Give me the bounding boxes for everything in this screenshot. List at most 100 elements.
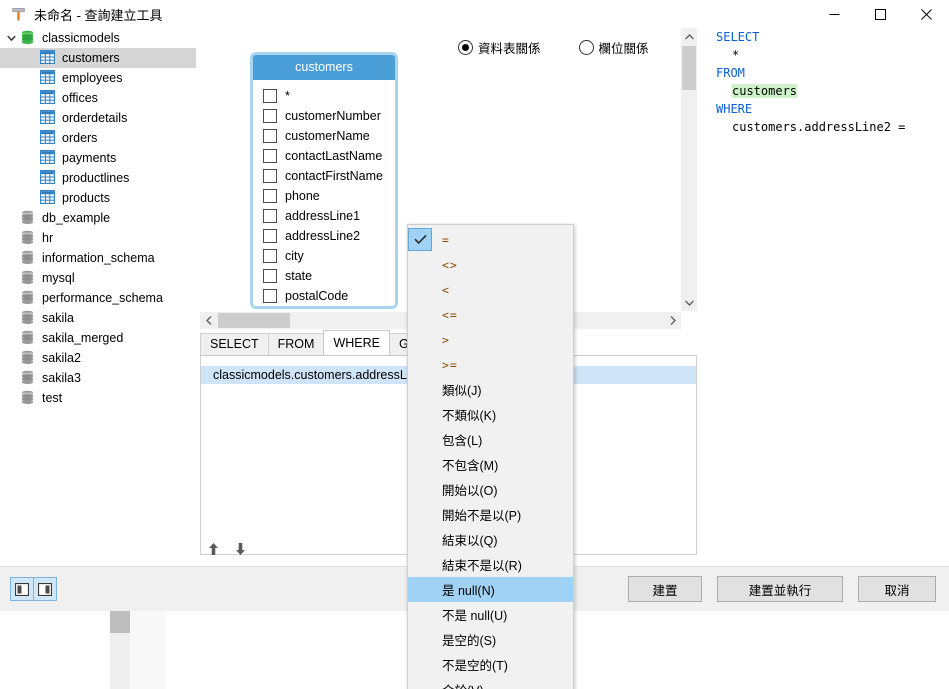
tab-select[interactable]: SELECT <box>200 333 269 355</box>
tree-item-employees[interactable]: employees <box>0 68 196 88</box>
field-row[interactable]: customerName <box>253 126 395 146</box>
tree-item-sakila_merged[interactable]: sakila_merged <box>0 328 196 348</box>
field-checkbox[interactable] <box>263 89 277 103</box>
build-button[interactable]: 建置 <box>628 576 702 602</box>
field-label: customerName <box>285 129 370 143</box>
tree-item-test[interactable]: test <box>0 388 196 408</box>
menu-item[interactable]: <= <box>408 302 573 327</box>
field-row[interactable]: addressLine2 <box>253 226 395 246</box>
tree-item-db_example[interactable]: db_example <box>0 208 196 228</box>
tree-item-offices[interactable]: offices <box>0 88 196 108</box>
menu-item[interactable]: 開始不是以(P) <box>408 502 573 527</box>
tree-item-sakila3[interactable]: sakila3 <box>0 368 196 388</box>
tree-item-performance_schema[interactable]: performance_schema <box>0 288 196 308</box>
field-row[interactable]: postalCode <box>253 286 395 306</box>
field-row[interactable]: phone <box>253 186 395 206</box>
field-checkbox[interactable] <box>263 209 277 223</box>
sql-line: FROM <box>700 64 949 82</box>
show-right-panel-icon[interactable] <box>33 577 57 601</box>
field-row[interactable]: city <box>253 246 395 266</box>
scroll-up-icon[interactable] <box>681 28 697 45</box>
tree-item-classicmodels[interactable]: classicmodels <box>0 28 196 48</box>
menu-item[interactable]: <> <box>408 252 573 277</box>
tree-item-label: hr <box>42 231 53 245</box>
vertical-scroll-thumb[interactable] <box>682 46 696 90</box>
tab-from[interactable]: FROM <box>268 333 325 355</box>
field-row[interactable]: customerNumber <box>253 106 395 126</box>
minimize-button[interactable] <box>811 0 857 28</box>
menu-item[interactable]: = <box>408 227 573 252</box>
field-checkbox[interactable] <box>263 269 277 283</box>
field-row[interactable]: state <box>253 266 395 286</box>
field-checkbox[interactable] <box>263 109 277 123</box>
menu-item-label: 介於(V) <box>432 680 484 689</box>
menu-item[interactable]: > <box>408 327 573 352</box>
tree-item-sakila[interactable]: sakila <box>0 308 196 328</box>
arrow-up-icon[interactable] <box>208 542 219 559</box>
field-checkbox[interactable] <box>263 149 277 163</box>
scroll-left-icon[interactable] <box>200 312 217 329</box>
menu-item[interactable]: 不是空的(T) <box>408 652 573 677</box>
menu-item[interactable]: 不類似(K) <box>408 402 573 427</box>
menu-item[interactable]: 介於(V) <box>408 677 573 689</box>
tree-item-customers[interactable]: customers <box>0 48 196 68</box>
relation-mode-option-1[interactable]: 欄位關係 <box>579 38 649 57</box>
table-card-customers[interactable]: customers *customerNumbercustomerNamecon… <box>250 52 398 309</box>
menu-item-label: <> <box>432 258 458 272</box>
radio-button[interactable] <box>579 40 594 55</box>
sql-preview-pane[interactable]: SELECT*FROMcustomersWHEREcustomers.addre… <box>700 28 949 566</box>
arrow-down-icon[interactable] <box>235 542 246 559</box>
menu-item[interactable]: 不是 null(U) <box>408 602 573 627</box>
tree-item-orderdetails[interactable]: orderdetails <box>0 108 196 128</box>
tree-item-orders[interactable]: orders <box>0 128 196 148</box>
field-checkbox[interactable] <box>263 289 277 303</box>
menu-item[interactable]: 是 null(N) <box>408 577 573 602</box>
menu-item-label: 是空的(S) <box>432 630 496 649</box>
tab-where[interactable]: WHERE <box>323 330 390 355</box>
menu-item[interactable]: < <box>408 277 573 302</box>
relation-mode-option-0[interactable]: 資料表關係 <box>458 38 541 57</box>
menu-item[interactable]: 是空的(S) <box>408 627 573 652</box>
menu-item[interactable]: >= <box>408 352 573 377</box>
field-row[interactable]: contactFirstName <box>253 166 395 186</box>
chevron-down-icon[interactable] <box>2 35 20 42</box>
field-label: addressLine2 <box>285 229 360 243</box>
field-row[interactable]: * <box>253 86 395 106</box>
menu-item[interactable]: 包含(L) <box>408 427 573 452</box>
cancel-button[interactable]: 取消 <box>858 576 936 602</box>
field-row[interactable]: addressLine1 <box>253 206 395 226</box>
menu-item[interactable]: 結束以(Q) <box>408 527 573 552</box>
tree-item-hr[interactable]: hr <box>0 228 196 248</box>
field-checkbox[interactable] <box>263 229 277 243</box>
field-label: postalCode <box>285 289 348 303</box>
field-checkbox[interactable] <box>263 189 277 203</box>
menu-item[interactable]: 結束不是以(R) <box>408 552 573 577</box>
canvas-vertical-scrollbar[interactable] <box>680 28 697 311</box>
tree-item-information_schema[interactable]: information_schema <box>0 248 196 268</box>
tree-item-productlines[interactable]: productlines <box>0 168 196 188</box>
menu-item-gutter <box>408 303 432 326</box>
menu-item[interactable]: 開始以(O) <box>408 477 573 502</box>
menu-item[interactable]: 類似(J) <box>408 377 573 402</box>
schema-tree[interactable]: classicmodelscustomersemployeesofficesor… <box>0 28 197 566</box>
field-checkbox[interactable] <box>263 169 277 183</box>
scroll-right-icon[interactable] <box>664 312 681 329</box>
horizontal-scroll-thumb[interactable] <box>218 313 290 328</box>
field-row[interactable]: contactLastName <box>253 146 395 166</box>
tree-item-sakila2[interactable]: sakila2 <box>0 348 196 368</box>
field-checkbox[interactable] <box>263 249 277 263</box>
radio-button[interactable] <box>458 40 473 55</box>
tree-item-mysql[interactable]: mysql <box>0 268 196 288</box>
field-checkbox[interactable] <box>263 129 277 143</box>
maximize-button[interactable] <box>857 0 903 28</box>
scroll-down-icon[interactable] <box>681 294 697 311</box>
tree-item-payments[interactable]: payments <box>0 148 196 168</box>
operator-dropdown-menu[interactable]: = <> <<=>>=類似(J)不類似(K)包含(L)不包含(M)開始以(O)開始不… <box>407 224 574 689</box>
close-button[interactable] <box>903 0 949 28</box>
menu-item[interactable]: 不包含(M) <box>408 452 573 477</box>
build-and-execute-button[interactable]: 建置並執行 <box>717 576 843 602</box>
show-left-panel-icon[interactable] <box>10 577 34 601</box>
tree-item-products[interactable]: products <box>0 188 196 208</box>
menu-item-gutter <box>408 453 432 476</box>
tree-item-label: db_example <box>42 211 110 225</box>
